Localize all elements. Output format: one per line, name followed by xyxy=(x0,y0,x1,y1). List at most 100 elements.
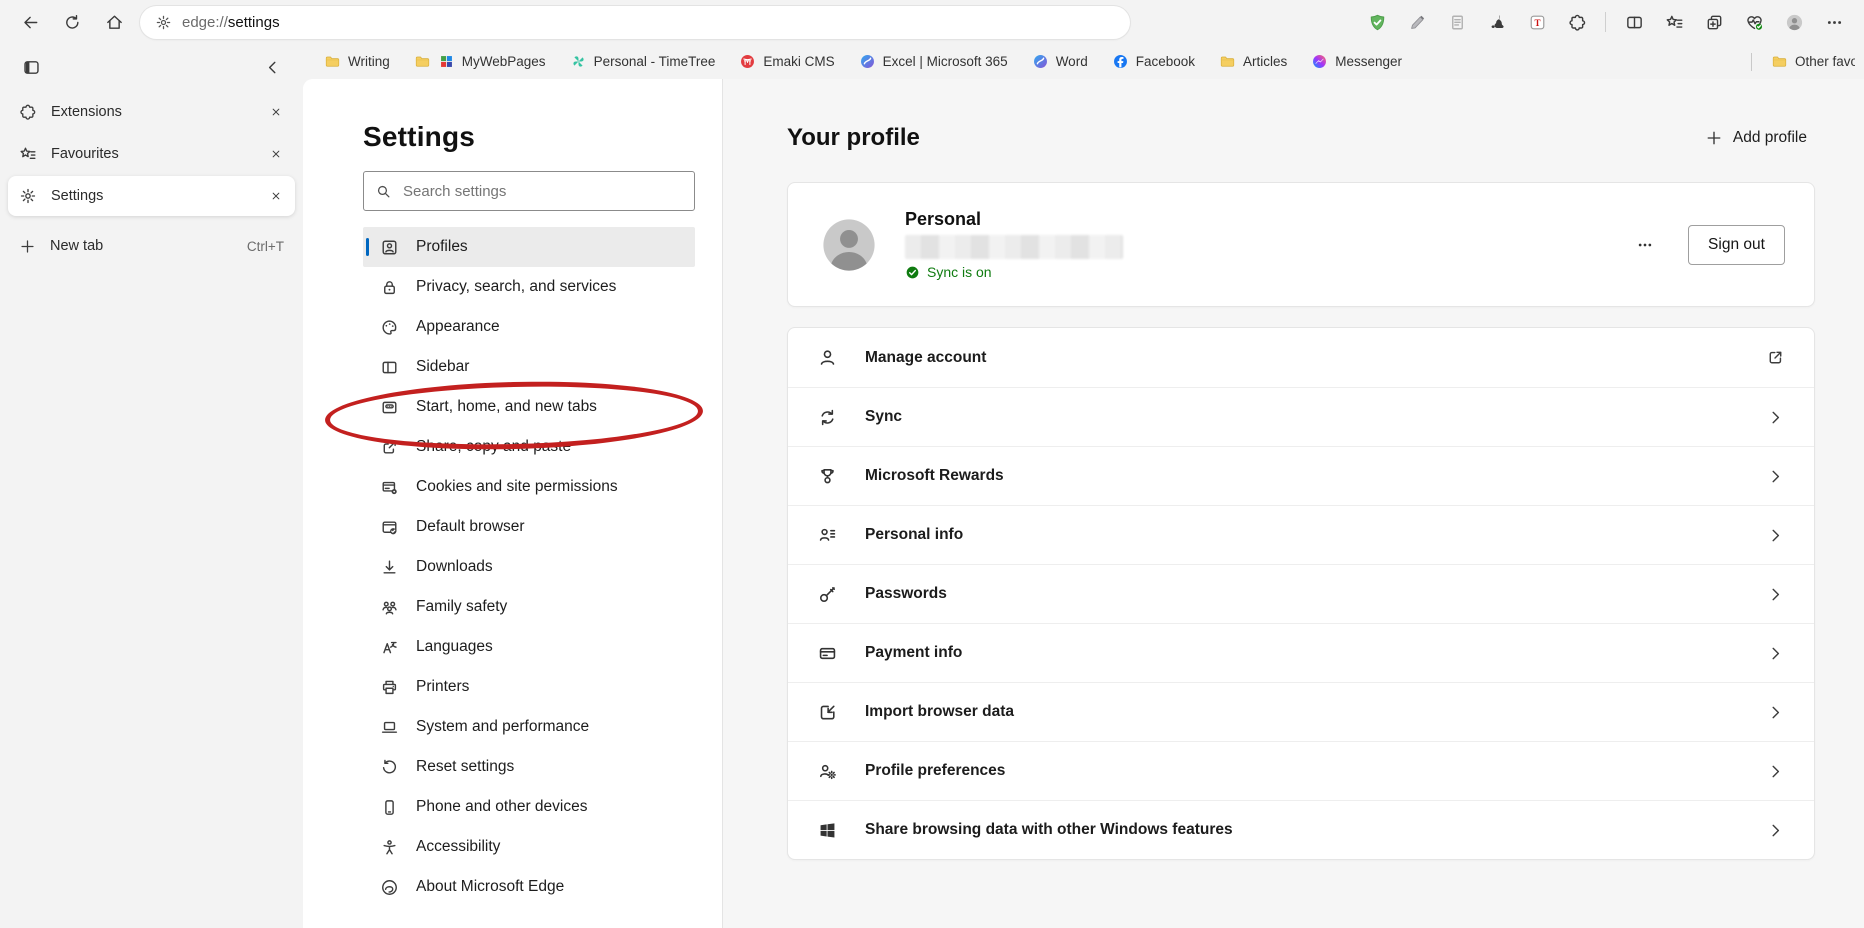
row-manage-account[interactable]: Manage account xyxy=(788,328,1814,387)
tab-settings[interactable]: Settings xyxy=(8,176,295,216)
new-tab-button[interactable]: New tab Ctrl+T xyxy=(8,226,295,266)
bookmark-label: Writing xyxy=(348,54,390,69)
avatar-icon xyxy=(817,213,881,277)
collections-button[interactable] xyxy=(1696,5,1732,39)
nav-item-appearance[interactable]: Appearance xyxy=(363,307,695,347)
bookmark-mywebpages[interactable]: MyWebPages xyxy=(405,48,555,76)
bookmark-other-favourites[interactable]: Other favourites xyxy=(1762,48,1864,76)
nav-item-accessibility[interactable]: Accessibility xyxy=(363,827,695,867)
close-tab-button[interactable] xyxy=(263,99,289,125)
row-payment-info[interactable]: Payment info xyxy=(788,623,1814,682)
folder-icon xyxy=(324,53,341,70)
row-import-browser-data[interactable]: Import browser data xyxy=(788,682,1814,741)
bookmark-personal-timetree[interactable]: Personal - TimeTree xyxy=(561,48,725,76)
nav-item-default-browser[interactable]: Default browser xyxy=(363,507,695,547)
split-screen-icon xyxy=(1625,13,1644,32)
disabled-extension-button[interactable] xyxy=(1439,5,1475,39)
nav-item-cookies-and-site-permissions[interactable]: Cookies and site permissions xyxy=(363,467,695,507)
profile-button[interactable] xyxy=(1776,5,1812,39)
row-label: Import browser data xyxy=(865,703,1014,721)
puzzle-icon xyxy=(1568,13,1587,32)
edge-icon xyxy=(380,878,399,897)
nav-item-start-home-and-new-tabs[interactable]: Start, home, and new tabs xyxy=(363,387,695,427)
url-text: edge://settings xyxy=(182,14,280,31)
nav-item-label: Phone and other devices xyxy=(416,798,587,816)
sign-out-button[interactable]: Sign out xyxy=(1688,225,1785,265)
address-bar[interactable]: edge://settings xyxy=(140,6,1130,39)
tab-favourites[interactable]: Favourites xyxy=(8,134,295,174)
extensions-button[interactable] xyxy=(1559,5,1595,39)
nav-item-downloads[interactable]: Downloads xyxy=(363,547,695,587)
row-label: Share browsing data with other Windows f… xyxy=(865,821,1233,839)
split-screen-button[interactable] xyxy=(1616,5,1652,39)
svg-text:T: T xyxy=(1534,18,1540,28)
bookmark-word[interactable]: Word xyxy=(1023,48,1097,76)
bookmark-writing[interactable]: Writing xyxy=(315,48,399,76)
chevron-right-icon xyxy=(1766,585,1785,604)
back-button[interactable] xyxy=(12,5,48,39)
row-profile-preferences[interactable]: Profile preferences xyxy=(788,741,1814,800)
settings-title: Settings xyxy=(363,121,722,153)
bookmark-articles[interactable]: Articles xyxy=(1210,48,1296,76)
nav-item-privacy-search-and-services[interactable]: Privacy, search, and services xyxy=(363,267,695,307)
nav-item-languages[interactable]: Languages xyxy=(363,627,695,667)
nav-item-family-safety[interactable]: Family safety xyxy=(363,587,695,627)
avatar-icon xyxy=(1785,13,1804,32)
windows-icon xyxy=(817,820,838,841)
heart-pulse-icon xyxy=(1745,13,1764,32)
t-extension-button[interactable]: T xyxy=(1519,5,1555,39)
refresh-button[interactable] xyxy=(54,5,90,39)
bookmark-excel-microsoft-365[interactable]: Excel | Microsoft 365 xyxy=(850,48,1017,76)
nav-item-system-and-performance[interactable]: System and performance xyxy=(363,707,695,747)
highlighter-extension-button[interactable] xyxy=(1399,5,1435,39)
nav-item-label: Profiles xyxy=(416,238,468,256)
sidebar-icon xyxy=(380,358,399,377)
bookmark-facebook[interactable]: Facebook xyxy=(1103,48,1204,76)
collapse-sidebar-button[interactable] xyxy=(257,52,287,82)
row-sync[interactable]: Sync xyxy=(788,387,1814,446)
favourites-button[interactable] xyxy=(1656,5,1692,39)
nav-item-sidebar[interactable]: Sidebar xyxy=(363,347,695,387)
chevron-right-icon xyxy=(1766,467,1785,486)
tab-extensions[interactable]: Extensions xyxy=(8,92,295,132)
add-profile-label: Add profile xyxy=(1733,129,1807,147)
chevron-right-icon xyxy=(1766,703,1785,722)
tab-label: Extensions xyxy=(51,104,122,120)
rabbit-extension-button[interactable] xyxy=(1479,5,1515,39)
row-passwords[interactable]: Passwords xyxy=(788,564,1814,623)
nav-item-profiles[interactable]: Profiles xyxy=(363,227,695,267)
settings-nav-list: Profiles Privacy, search, and servicesApp… xyxy=(363,227,695,907)
home-button[interactable] xyxy=(96,5,132,39)
nav-item-share-copy-and-paste[interactable]: Share, copy and paste xyxy=(363,427,695,467)
nav-item-reset-settings[interactable]: Reset settings xyxy=(363,747,695,787)
toolbar-right: T xyxy=(1359,5,1852,39)
pen-icon xyxy=(1408,13,1427,32)
rewards-icon xyxy=(817,466,838,487)
row-personal-info[interactable]: Personal info xyxy=(788,505,1814,564)
close-tab-button[interactable] xyxy=(263,141,289,167)
nav-item-label: Family safety xyxy=(416,598,507,616)
bookmark-emaki-cms[interactable]: Emaki CMS xyxy=(730,48,843,76)
import-icon xyxy=(817,702,838,723)
browser-essentials-button[interactable] xyxy=(1736,5,1772,39)
languages-icon xyxy=(380,638,399,657)
settings-search-input[interactable] xyxy=(401,182,683,201)
arrow-left-icon xyxy=(21,13,40,32)
profile-avatar xyxy=(817,213,881,277)
nav-item-about-microsoft-edge[interactable]: About Microsoft Edge xyxy=(363,867,695,907)
sidebar-header xyxy=(0,44,303,90)
nav-item-phone-and-other-devices[interactable]: Phone and other devices xyxy=(363,787,695,827)
settings-menu-button[interactable] xyxy=(1816,5,1852,39)
tab-actions-button[interactable] xyxy=(16,52,46,82)
nav-item-printers[interactable]: Printers xyxy=(363,667,695,707)
row-microsoft-rewards[interactable]: Microsoft Rewards xyxy=(788,446,1814,505)
close-tab-button[interactable] xyxy=(263,183,289,209)
settings-search[interactable] xyxy=(363,171,695,211)
row-share-browsing-data-with-other-windows-features[interactable]: Share browsing data with other Windows f… xyxy=(788,800,1814,859)
adguard-extension-button[interactable] xyxy=(1359,5,1395,39)
bookmarks-bar: Writing MyWebPagesPersonal - TimeTreeEmak… xyxy=(303,44,1864,79)
bookmark-messenger[interactable]: Messenger xyxy=(1302,48,1411,76)
profile-more-button[interactable] xyxy=(1628,230,1662,260)
add-profile-button[interactable]: Add profile xyxy=(1697,123,1815,153)
search-icon xyxy=(375,183,392,200)
